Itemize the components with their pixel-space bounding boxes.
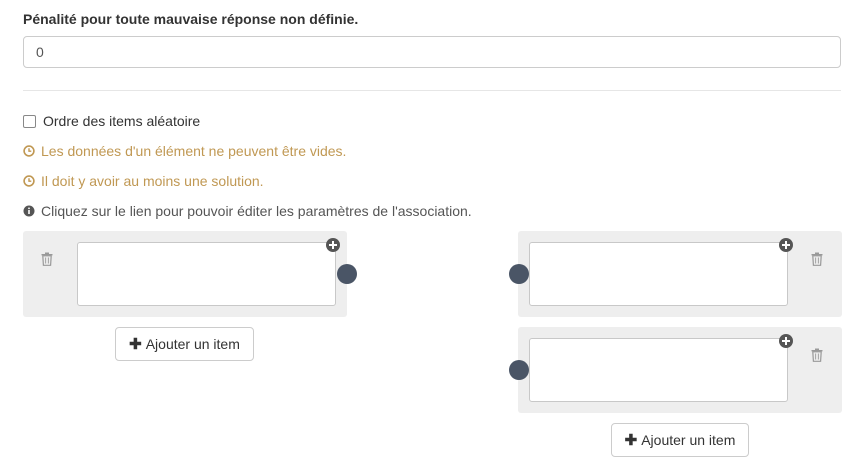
divider <box>23 90 841 91</box>
trash-icon[interactable] <box>811 252 823 266</box>
clock-icon <box>23 175 35 187</box>
info-circle-icon <box>23 205 35 217</box>
warning-message: Il doit y avoir au moins une solution. <box>23 173 264 189</box>
right-connector-handle[interactable] <box>509 360 529 380</box>
warning-text: Les données d'un élément ne peuvent être… <box>41 143 347 159</box>
plus-circle-icon[interactable] <box>779 238 793 252</box>
add-right-item-button[interactable]: ✚ Ajouter un item <box>611 423 749 457</box>
add-item-label: Ajouter un item <box>145 336 240 352</box>
right-item-editor[interactable] <box>529 242 788 306</box>
info-text: Cliquez sur le lien pour pouvoir éditer … <box>41 203 472 219</box>
plus-circle-icon[interactable] <box>326 238 340 252</box>
right-connector-handle[interactable] <box>509 264 529 284</box>
add-item-label: Ajouter un item <box>641 432 736 448</box>
add-left-item-button[interactable]: ✚ Ajouter un item <box>115 327 254 361</box>
plus-icon: ✚ <box>624 431 638 449</box>
right-item-panel <box>518 327 842 413</box>
left-item-editor[interactable] <box>77 242 336 306</box>
info-message: Cliquez sur le lien pour pouvoir éditer … <box>23 203 472 219</box>
plus-circle-icon[interactable] <box>779 334 793 348</box>
penalty-input[interactable] <box>23 36 841 68</box>
clock-icon <box>23 145 35 157</box>
warning-text: Il doit y avoir au moins une solution. <box>41 173 264 189</box>
right-item-panel <box>518 231 842 317</box>
right-item-editor[interactable] <box>529 338 788 402</box>
shuffle-checkbox[interactable] <box>23 114 36 128</box>
left-item-panel <box>23 231 347 317</box>
plus-icon: ✚ <box>129 335 142 353</box>
shuffle-option[interactable]: Ordre des items aléatoire <box>23 113 200 129</box>
penalty-label: Pénalité pour toute mauvaise réponse non… <box>23 11 359 27</box>
left-connector-handle[interactable] <box>337 264 357 284</box>
trash-icon[interactable] <box>811 348 823 362</box>
trash-icon[interactable] <box>41 252 53 266</box>
shuffle-label: Ordre des items aléatoire <box>43 113 201 129</box>
warning-message: Les données d'un élément ne peuvent être… <box>23 143 346 159</box>
